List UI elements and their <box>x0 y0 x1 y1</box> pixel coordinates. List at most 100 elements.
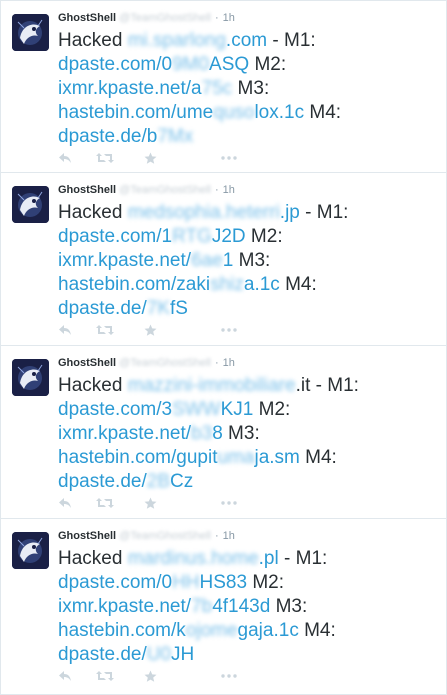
timestamp[interactable]: 1h <box>223 530 235 542</box>
link-segment[interactable]: .jp <box>280 202 300 223</box>
more-icon[interactable] <box>221 495 237 511</box>
user-handle[interactable]: @TeamGhostShell <box>119 530 211 542</box>
link-segment[interactable]: hastebin.com/gupit <box>58 447 218 468</box>
redacted-segment[interactable]: 7K <box>147 298 170 319</box>
link-segment[interactable]: HS83 <box>200 572 248 593</box>
avatar[interactable] <box>12 532 49 569</box>
reply-icon[interactable] <box>58 322 72 338</box>
favorite-icon[interactable] <box>144 495 157 511</box>
favorite-icon[interactable] <box>144 322 157 338</box>
redacted-segment[interactable]: ojome <box>186 620 238 641</box>
timestamp[interactable]: 1h <box>223 12 235 24</box>
redacted-segment[interactable]: medsophia.heterri <box>128 202 280 223</box>
link-segment[interactable]: Cz <box>170 471 193 492</box>
tweet-line: ixmr.kpaste.net/7b4f143d M3: <box>58 595 443 619</box>
user-handle[interactable]: @TeamGhostShell <box>119 184 211 196</box>
link-segment[interactable]: hastebin.com/zaki <box>58 274 210 295</box>
link-segment[interactable]: ixmr.kpaste.net/ <box>58 250 191 271</box>
reply-icon[interactable] <box>58 495 72 511</box>
favorite-icon[interactable] <box>144 668 157 684</box>
link-segment[interactable]: dpaste.de/ <box>58 644 147 665</box>
avatar[interactable] <box>12 186 49 223</box>
avatar[interactable] <box>12 359 49 396</box>
retweet-icon[interactable] <box>96 322 114 338</box>
tweet[interactable]: GhostShell @TeamGhostShell · 1h Hacked mi.sp… <box>0 0 447 173</box>
redacted-segment[interactable]: U0 <box>147 644 171 665</box>
redacted-segment[interactable]: 6ae <box>191 250 223 271</box>
link-segment[interactable]: J2D <box>212 226 246 247</box>
link-segment[interactable]: 8 <box>212 423 223 444</box>
link-segment[interactable]: 4f143d <box>212 596 270 617</box>
tweet[interactable]: GhostShell @TeamGhostShell · 1h Hacked mazzi… <box>0 346 447 519</box>
link-segment[interactable]: dpaste.de/ <box>58 298 147 319</box>
tweet-text-segment: M2: <box>249 54 287 75</box>
tweet-text-segment: M3: <box>233 250 271 271</box>
avatar[interactable] <box>12 14 49 51</box>
link-segment[interactable]: JH <box>171 644 194 665</box>
redacted-segment[interactable]: 75c <box>202 78 233 99</box>
redacted-segment[interactable]: mi.sparlong <box>128 30 226 51</box>
user-name[interactable]: GhostShell <box>58 530 116 542</box>
timestamp[interactable]: 1h <box>223 357 235 369</box>
user-name[interactable]: GhostShell <box>58 357 116 369</box>
link-segment[interactable]: dpaste.com/1 <box>58 226 172 247</box>
redacted-segment[interactable]: uma <box>218 447 255 468</box>
link-segment[interactable]: dpaste.com/3 <box>58 399 172 420</box>
user-handle[interactable]: @TeamGhostShell <box>119 12 211 24</box>
tweet-text-segment: M2: <box>245 226 283 247</box>
link-segment[interactable]: ixmr.kpaste.net/ <box>58 596 191 617</box>
user-name[interactable]: GhostShell <box>58 184 116 196</box>
user-handle[interactable]: @TeamGhostShell <box>119 357 211 369</box>
redacted-segment[interactable]: HH <box>172 572 199 593</box>
tweet[interactable]: GhostShell @TeamGhostShell · 1h Hacked medso… <box>0 173 447 346</box>
link-segment[interactable]: KJ1 <box>221 399 254 420</box>
link-segment[interactable]: ixmr.kpaste.net/ <box>58 423 191 444</box>
redacted-segment[interactable]: quso <box>213 102 254 123</box>
redacted-segment[interactable]: mardinus.home <box>128 548 259 569</box>
link-segment[interactable]: ixmr.kpaste.net/a <box>58 78 202 99</box>
more-icon[interactable] <box>221 322 237 338</box>
link-segment[interactable]: hastebin.com/k <box>58 620 186 641</box>
link-segment[interactable]: lox.1c <box>254 102 304 123</box>
redacted-segment[interactable]: 9M0 <box>172 54 209 75</box>
redacted-segment[interactable]: 7b <box>191 596 212 617</box>
more-icon[interactable] <box>221 150 237 166</box>
link-segment[interactable]: dpaste.de/ <box>58 471 147 492</box>
link-segment[interactable]: dpaste.de/b <box>58 126 157 147</box>
timestamp[interactable]: 1h <box>223 184 235 196</box>
link-segment[interactable]: .com <box>226 30 267 51</box>
link-segment[interactable]: .pl <box>259 548 279 569</box>
tweet-text-segment: M3: <box>222 423 260 444</box>
link-segment[interactable]: a.1c <box>244 274 280 295</box>
link-segment[interactable]: dpaste.com/0 <box>58 54 172 75</box>
redacted-segment[interactable]: RTG <box>172 226 212 247</box>
tweet-line: ixmr.kpaste.net/6ae1 M3: <box>58 249 443 273</box>
redacted-segment[interactable]: b3 <box>191 423 212 444</box>
tweet-text-segment: M3: <box>270 596 308 617</box>
retweet-icon[interactable] <box>96 668 114 684</box>
redacted-segment[interactable]: 2B <box>147 471 170 492</box>
retweet-icon[interactable] <box>96 150 114 166</box>
link-segment[interactable]: 1 <box>223 250 234 271</box>
link-segment[interactable]: ASQ <box>209 54 249 75</box>
redacted-segment[interactable]: 7Mx <box>157 126 193 147</box>
link-segment[interactable]: ja.sm <box>254 447 299 468</box>
tweet[interactable]: GhostShell @TeamGhostShell · 1h Hacked mardi… <box>0 519 447 695</box>
reply-icon[interactable] <box>58 668 72 684</box>
redacted-segment[interactable]: shiz <box>210 274 244 295</box>
link-segment[interactable]: dpaste.com/0 <box>58 572 172 593</box>
more-icon[interactable] <box>221 668 237 684</box>
retweet-icon[interactable] <box>96 495 114 511</box>
tweet-actions <box>58 322 258 338</box>
link-segment[interactable]: gaja.1c <box>238 620 299 641</box>
separator-dot: · <box>214 357 219 369</box>
link-segment[interactable]: hastebin.com/ume <box>58 102 213 123</box>
favorite-icon[interactable] <box>144 150 157 166</box>
tweet-line: Hacked mardinus.home.pl - M1: <box>58 547 443 571</box>
redacted-segment[interactable]: SWW <box>172 399 221 420</box>
redacted-segment[interactable]: mazzini-immobiliare <box>128 375 296 396</box>
tweet-text-segment: - M1: <box>267 30 316 51</box>
reply-icon[interactable] <box>58 150 72 166</box>
user-name[interactable]: GhostShell <box>58 12 116 24</box>
link-segment[interactable]: fS <box>170 298 188 319</box>
